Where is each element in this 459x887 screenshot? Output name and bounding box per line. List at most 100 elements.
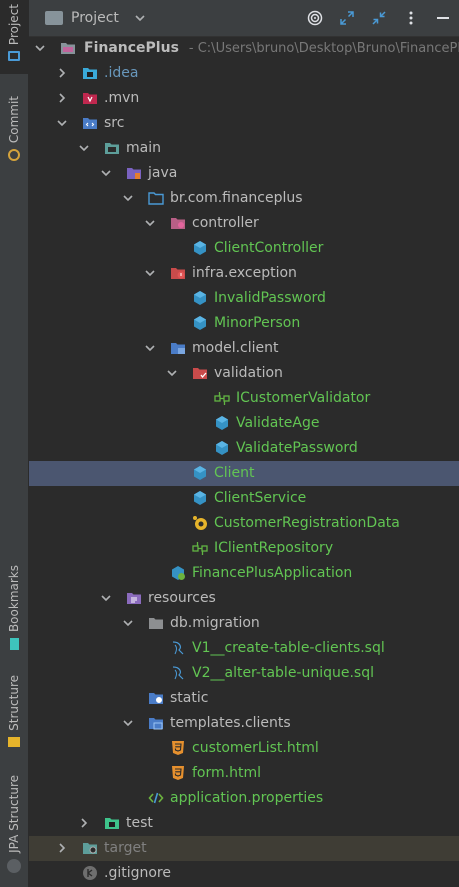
tree-node[interactable]: db.migration [29, 611, 459, 636]
tree-node[interactable]: .idea [29, 61, 459, 86]
chevron-down-icon[interactable] [123, 618, 133, 628]
chevron-down-icon[interactable] [167, 368, 177, 378]
chevron-right-icon[interactable] [57, 843, 67, 853]
sidebar-item-commit[interactable]: Commit [0, 92, 28, 168]
sidebar-item-jpa-structure[interactable]: JPA Structure [0, 775, 28, 880]
tree-node[interactable]: src [29, 111, 459, 136]
tree-node[interactable]: .gitignore [29, 861, 459, 886]
tree-node-label: .idea [104, 65, 139, 81]
tree-node[interactable]: V2__alter-table-unique.sql [29, 661, 459, 686]
tree-node-label: ValidateAge [236, 415, 320, 431]
tree-node[interactable]: IClientRepository [29, 536, 459, 561]
class-icon [214, 415, 230, 431]
tree-node-label: customerList.html [192, 740, 319, 756]
tree-node[interactable]: br.com.financeplus [29, 186, 459, 211]
tree-node[interactable]: MinorPerson [29, 311, 459, 336]
tree-node-label: ValidatePassword [236, 440, 358, 456]
more-options-icon[interactable] [395, 0, 427, 36]
tree-node-label: controller [192, 215, 259, 231]
chevron-down-icon[interactable] [123, 193, 133, 203]
chevron-down-icon[interactable] [145, 268, 155, 278]
tree-node[interactable]: .mvn [29, 86, 459, 111]
tree-node-label: .mvn [104, 90, 140, 106]
chevron-down-icon[interactable] [101, 593, 111, 603]
sidebar-item-label: JPA Structure [7, 775, 21, 853]
project-folder-icon [45, 11, 63, 25]
hide-icon[interactable] [427, 0, 459, 36]
tree-node[interactable]: model.client [29, 336, 459, 361]
class-icon [192, 315, 208, 331]
tree-node[interactable]: form.html [29, 761, 459, 786]
resources-folder-icon [126, 590, 142, 606]
chevron-down-icon[interactable] [79, 143, 89, 153]
toolwindow-title[interactable]: Project [71, 10, 119, 26]
expand-all-icon[interactable] [331, 0, 363, 36]
tree-node-label: br.com.financeplus [170, 190, 303, 206]
tree-node-label: java [148, 165, 178, 181]
module-folder-icon [104, 140, 120, 156]
tree-node[interactable]: ClientService [29, 486, 459, 511]
tree-node-label: MinorPerson [214, 315, 301, 331]
tree-node-label: CustomerRegistrationData [214, 515, 400, 531]
chevron-right-icon[interactable] [57, 68, 67, 78]
folder-icon [148, 615, 164, 631]
tree-node[interactable]: test [29, 811, 459, 836]
tree-node[interactable]: validation [29, 361, 459, 386]
tree-node[interactable]: InvalidPassword [29, 286, 459, 311]
validation-package-icon [192, 365, 208, 381]
tree-node[interactable]: templates.clients [29, 711, 459, 736]
tree-node-label: main [126, 140, 161, 156]
tree-node[interactable]: target [29, 836, 459, 861]
commit-icon [8, 149, 20, 162]
chevron-down-icon[interactable] [145, 218, 155, 228]
view-dropdown-chevron-down-icon[interactable] [135, 12, 145, 25]
tree-node[interactable]: static [29, 686, 459, 711]
project-tree: FinancePlus - C:\Users\bruno\Desktop\Brun… [29, 36, 459, 887]
tree-node[interactable]: customerList.html [29, 736, 459, 761]
chevron-down-icon[interactable] [145, 343, 155, 353]
model-package-icon [170, 340, 186, 356]
tree-node[interactable]: infra.exception [29, 261, 459, 286]
tree-node[interactable]: ValidateAge [29, 411, 459, 436]
jpa-icon [7, 858, 21, 873]
html-file-icon [170, 740, 186, 756]
tree-root[interactable]: FinancePlus - C:\Users\bruno\Desktop\Brun… [29, 36, 459, 61]
tree-node[interactable]: java [29, 161, 459, 186]
sidebar-item-structure[interactable]: Structure [0, 675, 28, 753]
collapse-all-icon[interactable] [363, 0, 395, 36]
sidebar-item-bookmarks[interactable]: Bookmarks [0, 565, 28, 655]
tree-node[interactable]: main [29, 136, 459, 161]
tree-node-label: FinancePlusApplication [192, 565, 353, 581]
chevron-down-icon[interactable] [57, 118, 67, 128]
tree-node-label: db.migration [170, 615, 260, 631]
tree-node[interactable]: controller [29, 211, 459, 236]
tree-node[interactable]: application.properties [29, 786, 459, 811]
tree-node[interactable]: Client [29, 461, 459, 486]
tree-node[interactable]: ValidatePassword [29, 436, 459, 461]
sql-file-icon [170, 640, 186, 656]
sidebar-item-project[interactable]: Project [0, 0, 28, 74]
interface-icon [214, 390, 230, 406]
project-path: - C:\Users\bruno\Desktop\Bruno\FinancePl [188, 41, 459, 56]
toolbar-actions [299, 0, 459, 36]
tree-node[interactable]: CustomerRegistrationData [29, 511, 459, 536]
tree-node-label: model.client [192, 340, 279, 356]
tree-node[interactable]: resources [29, 586, 459, 611]
tree-node-label: infra.exception [192, 265, 297, 281]
exception-package-icon [170, 265, 186, 281]
chevron-down-icon[interactable] [123, 718, 133, 728]
chevron-down-icon[interactable] [101, 168, 111, 178]
select-opened-file-target-icon[interactable] [299, 0, 331, 36]
sql-file-icon [170, 665, 186, 681]
tree-node[interactable]: V1__create-table-clients.sql [29, 636, 459, 661]
tree-node[interactable]: ICustomerValidator [29, 386, 459, 411]
tree-node[interactable]: ClientController [29, 236, 459, 261]
chevron-right-icon[interactable] [79, 818, 89, 828]
chevron-right-icon[interactable] [57, 93, 67, 103]
tree-node[interactable]: FinancePlusApplication [29, 561, 459, 586]
chevron-down-icon[interactable] [35, 43, 45, 53]
idea-folder-icon [82, 65, 98, 81]
controller-package-icon [170, 215, 186, 231]
tree-node-label: IClientRepository [214, 540, 334, 556]
tree-node-label: Client [214, 465, 255, 481]
